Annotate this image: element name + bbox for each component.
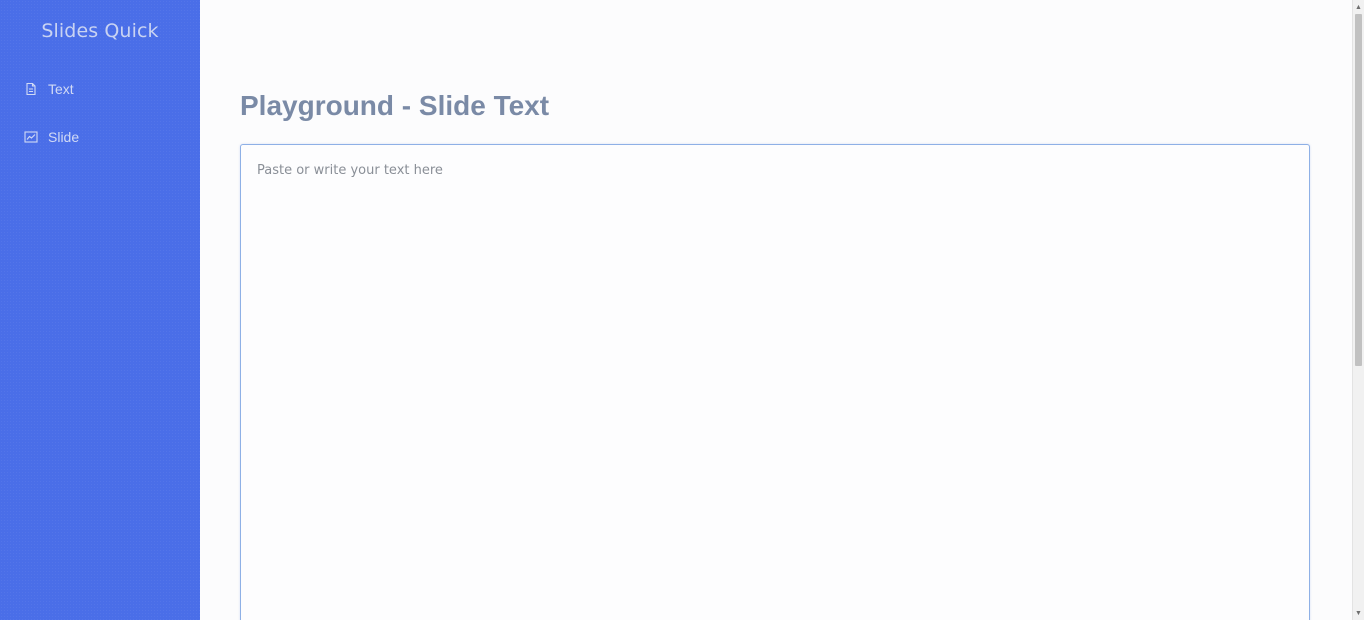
app-window: Slides Quick Text Slide Playground - Sli…	[0, 0, 1364, 620]
vertical-scrollbar[interactable]: ▲ ▼	[1352, 0, 1364, 620]
sidebar-item-slide[interactable]: Slide	[24, 126, 79, 148]
sidebar-item-text[interactable]: Text	[24, 78, 74, 100]
page-title: Playground - Slide Text	[240, 90, 550, 121]
chart-line-icon	[24, 130, 38, 144]
scrollbar-thumb[interactable]	[1355, 14, 1362, 366]
app-brand[interactable]: Slides Quick	[0, 20, 200, 42]
slide-text-input[interactable]	[240, 144, 1310, 620]
sidebar-item-label: Text	[48, 81, 74, 97]
main-content: Playground - Slide Text	[200, 0, 1352, 620]
scroll-up-icon[interactable]: ▲	[1353, 1, 1364, 13]
sidebar: Slides Quick Text Slide	[0, 0, 200, 620]
scroll-down-icon[interactable]: ▼	[1353, 607, 1364, 619]
document-icon	[24, 82, 38, 96]
sidebar-item-label: Slide	[48, 129, 80, 145]
